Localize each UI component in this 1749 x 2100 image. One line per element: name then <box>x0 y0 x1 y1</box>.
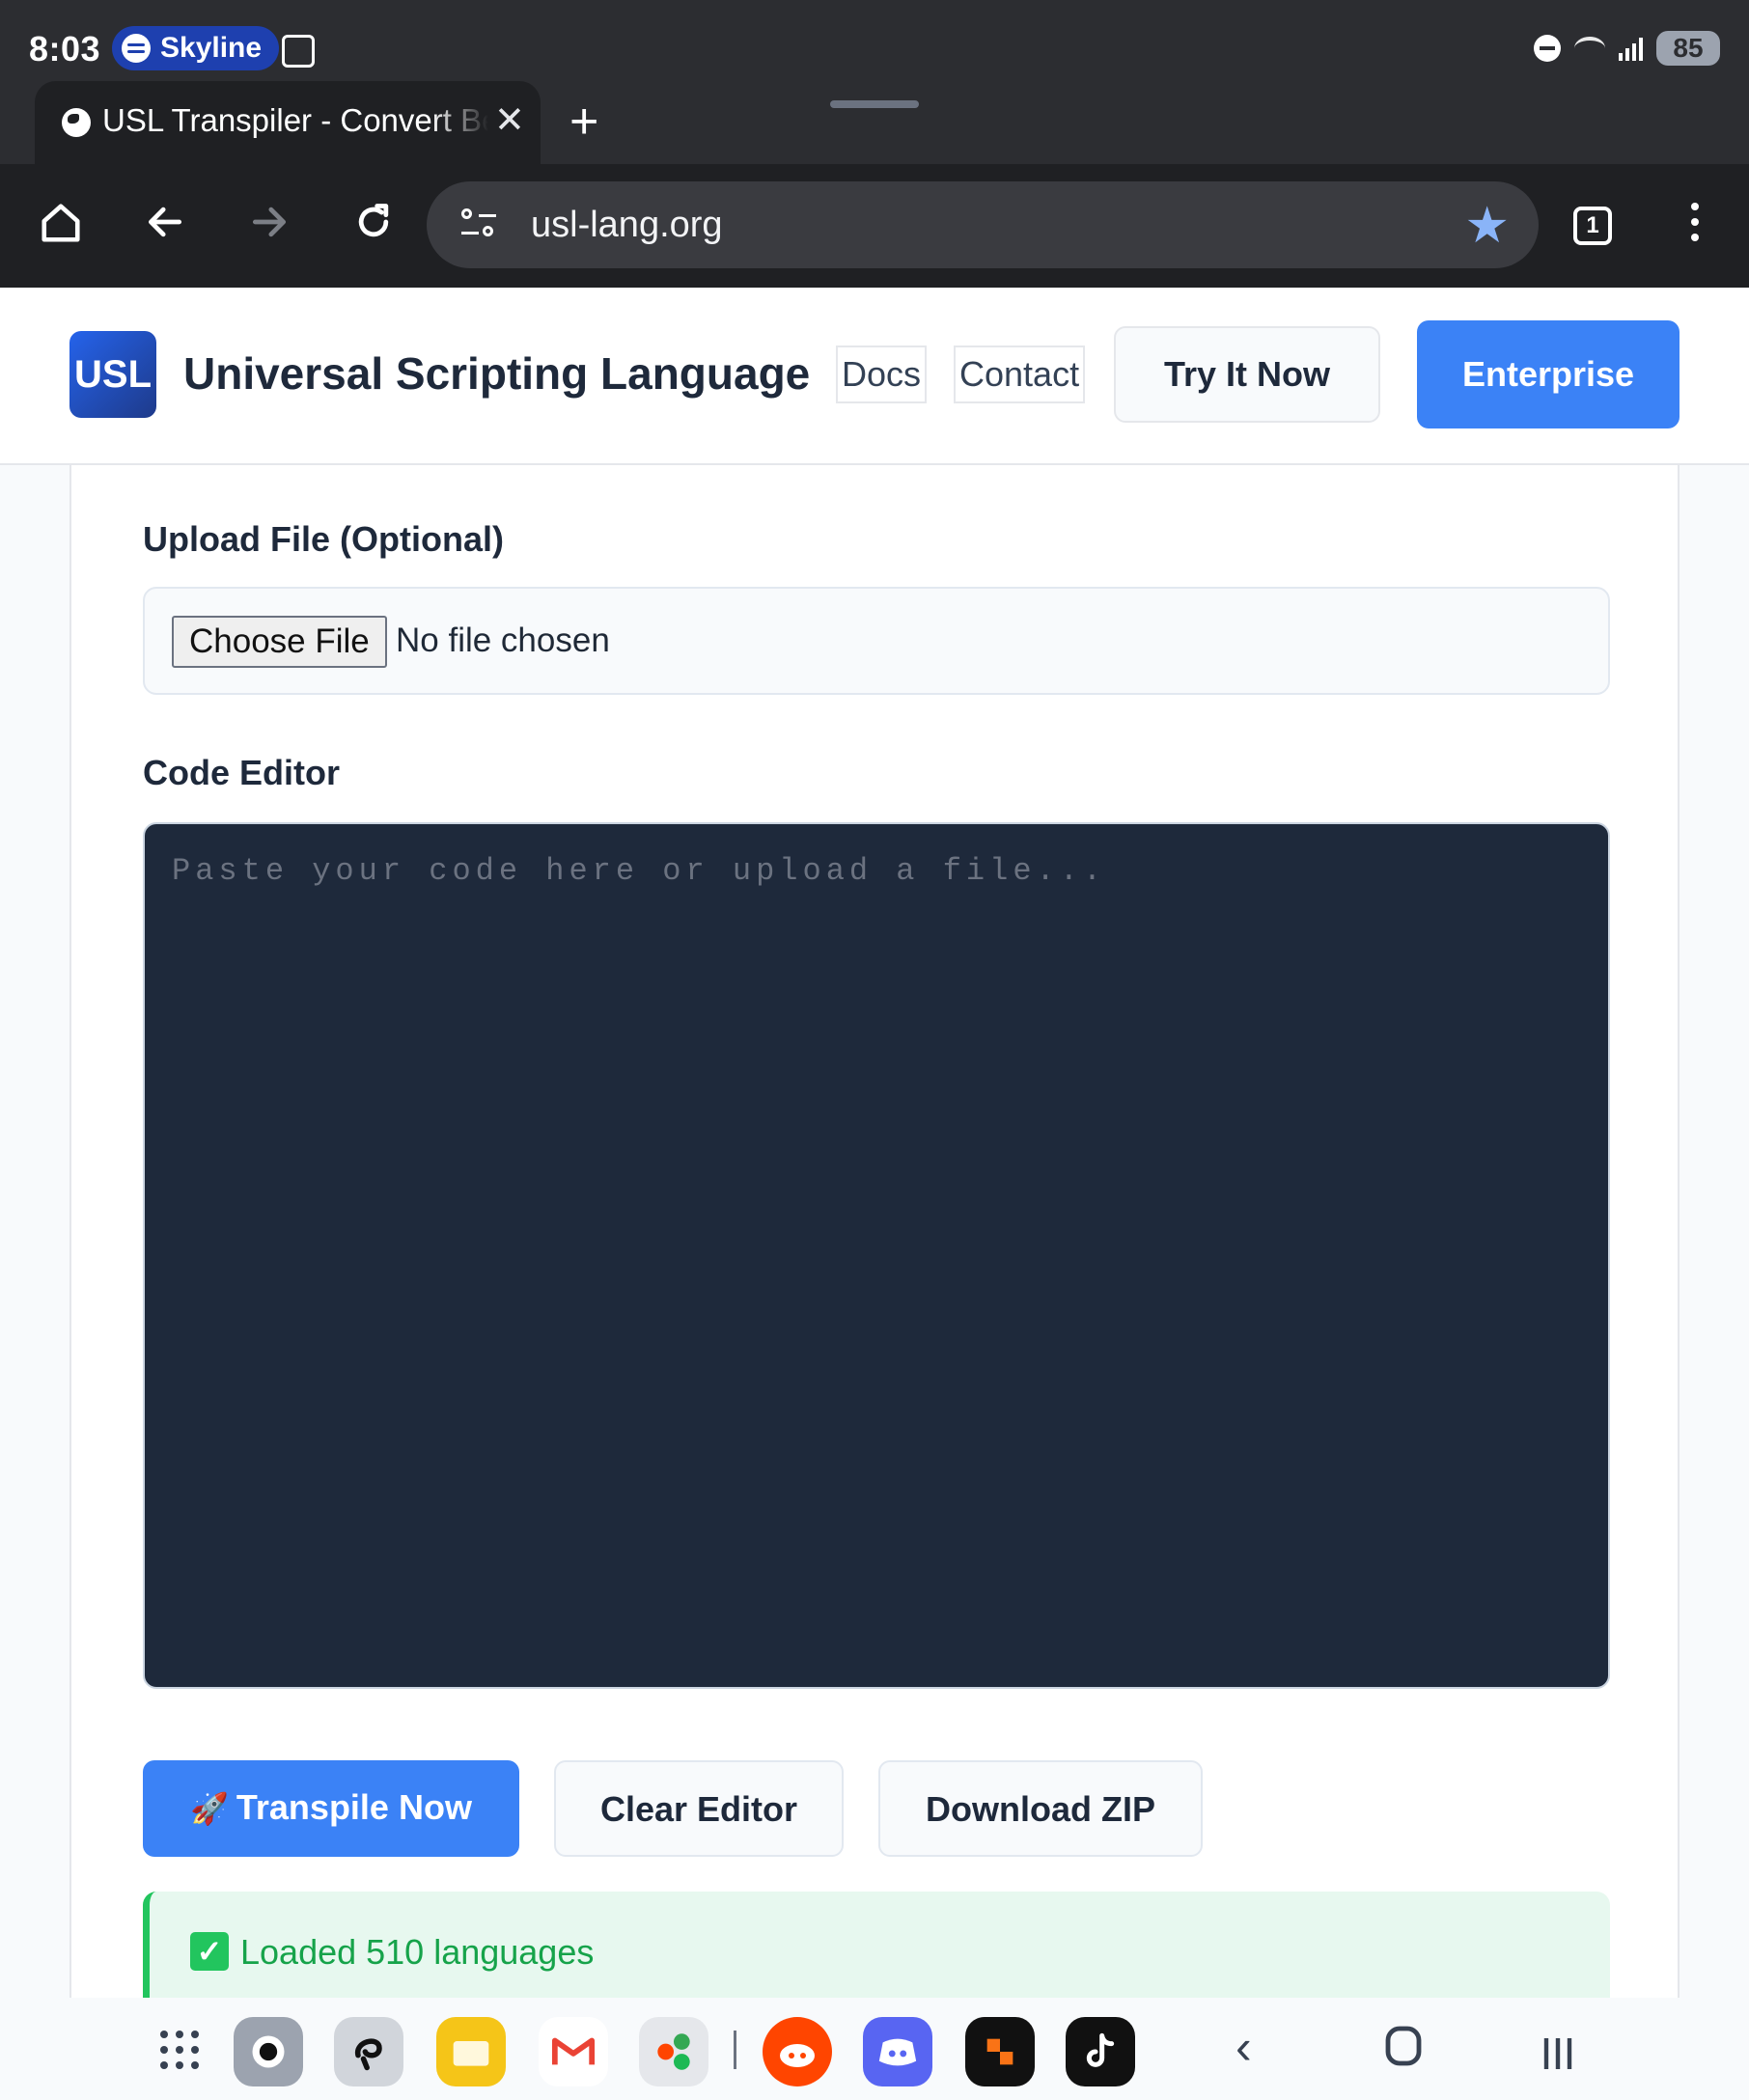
status-message: Loaded 510 languages <box>240 1932 595 1972</box>
tab-count: 1 <box>1586 212 1599 238</box>
close-tab-icon[interactable]: ✕ <box>494 98 525 142</box>
file-status-text: No file chosen <box>396 622 610 659</box>
code-editor-input[interactable] <box>145 824 1608 1687</box>
more-icon[interactable] <box>1691 203 1699 249</box>
system-status-bar: 8:03 Skyline 85 <box>0 0 1749 81</box>
file-upload-field[interactable]: Choose File No file chosen <box>143 587 1610 695</box>
nav-recents-icon[interactable] <box>1539 2029 1577 2085</box>
camera-icon[interactable] <box>234 2017 303 2086</box>
browser-toolbar: usl-lang.org ★ 1 <box>0 164 1749 288</box>
gmail-icon[interactable] <box>539 2017 608 2086</box>
battery-level: 85 <box>1673 33 1704 63</box>
media-pill-label: Skyline <box>160 32 263 64</box>
globe-icon <box>62 108 91 137</box>
check-icon: ✓ <box>190 1932 229 1971</box>
tiktok-icon[interactable] <box>1066 2017 1135 2086</box>
reload-icon[interactable] <box>349 201 398 249</box>
nav-contact[interactable]: Contact <box>954 345 1086 403</box>
url-text[interactable]: usl-lang.org <box>531 205 723 246</box>
discord-icon[interactable] <box>863 2017 932 2086</box>
forward-icon[interactable] <box>245 201 293 249</box>
nav-docs[interactable]: Docs <box>836 345 928 403</box>
site-header: USL Universal Scripting Language Docs Co… <box>0 288 1749 465</box>
choose-file-button[interactable]: Choose File <box>172 616 387 668</box>
try-it-now-button[interactable]: Try It Now <box>1114 326 1380 423</box>
transpiler-card: Upload File (Optional) Choose File No fi… <box>69 465 1680 1998</box>
code-editor[interactable] <box>143 822 1610 1689</box>
upload-label: Upload File (Optional) <box>143 519 504 559</box>
wifi-icon <box>1574 37 1605 60</box>
nav-back-icon[interactable]: ‹ <box>1235 2019 1252 2075</box>
reddit-icon[interactable] <box>763 2017 832 2086</box>
clear-editor-button[interactable]: Clear Editor <box>554 1760 844 1857</box>
remote-app-icon[interactable] <box>965 2017 1035 2086</box>
back-icon[interactable] <box>141 201 189 249</box>
editor-label: Code Editor <box>143 753 340 792</box>
site-info-icon[interactable] <box>461 208 496 241</box>
rocket-icon: 🚀 <box>190 1791 229 1826</box>
home-icon[interactable] <box>37 201 85 249</box>
tab-strip: USL Transpiler - Convert Be ✕ + <box>0 81 1749 164</box>
files-icon[interactable] <box>436 2017 506 2086</box>
taskbar-divider <box>734 2031 736 2069</box>
address-bar[interactable]: usl-lang.org ★ <box>427 181 1539 268</box>
status-banner: ✓ Loaded 510 languages <box>143 1892 1610 1998</box>
app-folder-icon[interactable] <box>639 2017 708 2086</box>
drag-handle[interactable] <box>830 100 919 108</box>
new-tab-icon[interactable]: + <box>569 93 598 151</box>
download-zip-button[interactable]: Download ZIP <box>878 1760 1203 1857</box>
transpile-label: Transpile Now <box>236 1787 472 1827</box>
nav-home-icon[interactable] <box>1384 2023 1423 2079</box>
battery-icon: 85 <box>1656 31 1720 66</box>
usl-logo[interactable]: USL <box>69 331 156 418</box>
enterprise-button[interactable]: Enterprise <box>1417 320 1680 428</box>
tab-title: USL Transpiler - Convert Be <box>102 102 488 138</box>
taskbar: ‹ <box>0 1998 1749 2100</box>
screenshot-icon <box>282 35 315 68</box>
tabs-icon[interactable]: 1 <box>1573 207 1612 245</box>
dnd-icon <box>1534 35 1561 62</box>
spotify-icon <box>122 34 151 63</box>
bookmark-star-icon[interactable]: ★ <box>1464 197 1510 255</box>
logo-text: USL <box>74 353 152 396</box>
browser-tab[interactable]: USL Transpiler - Convert Be ✕ <box>35 81 541 164</box>
app-drawer-icon[interactable] <box>160 2031 199 2069</box>
media-pill[interactable]: Skyline <box>112 26 280 70</box>
signal-icon <box>1619 36 1643 61</box>
brand-name[interactable]: Universal Scripting Language <box>183 347 810 400</box>
clip-studio-icon[interactable] <box>334 2017 403 2086</box>
transpile-button[interactable]: 🚀 Transpile Now <box>143 1760 519 1857</box>
clock: 8:03 <box>29 29 101 69</box>
